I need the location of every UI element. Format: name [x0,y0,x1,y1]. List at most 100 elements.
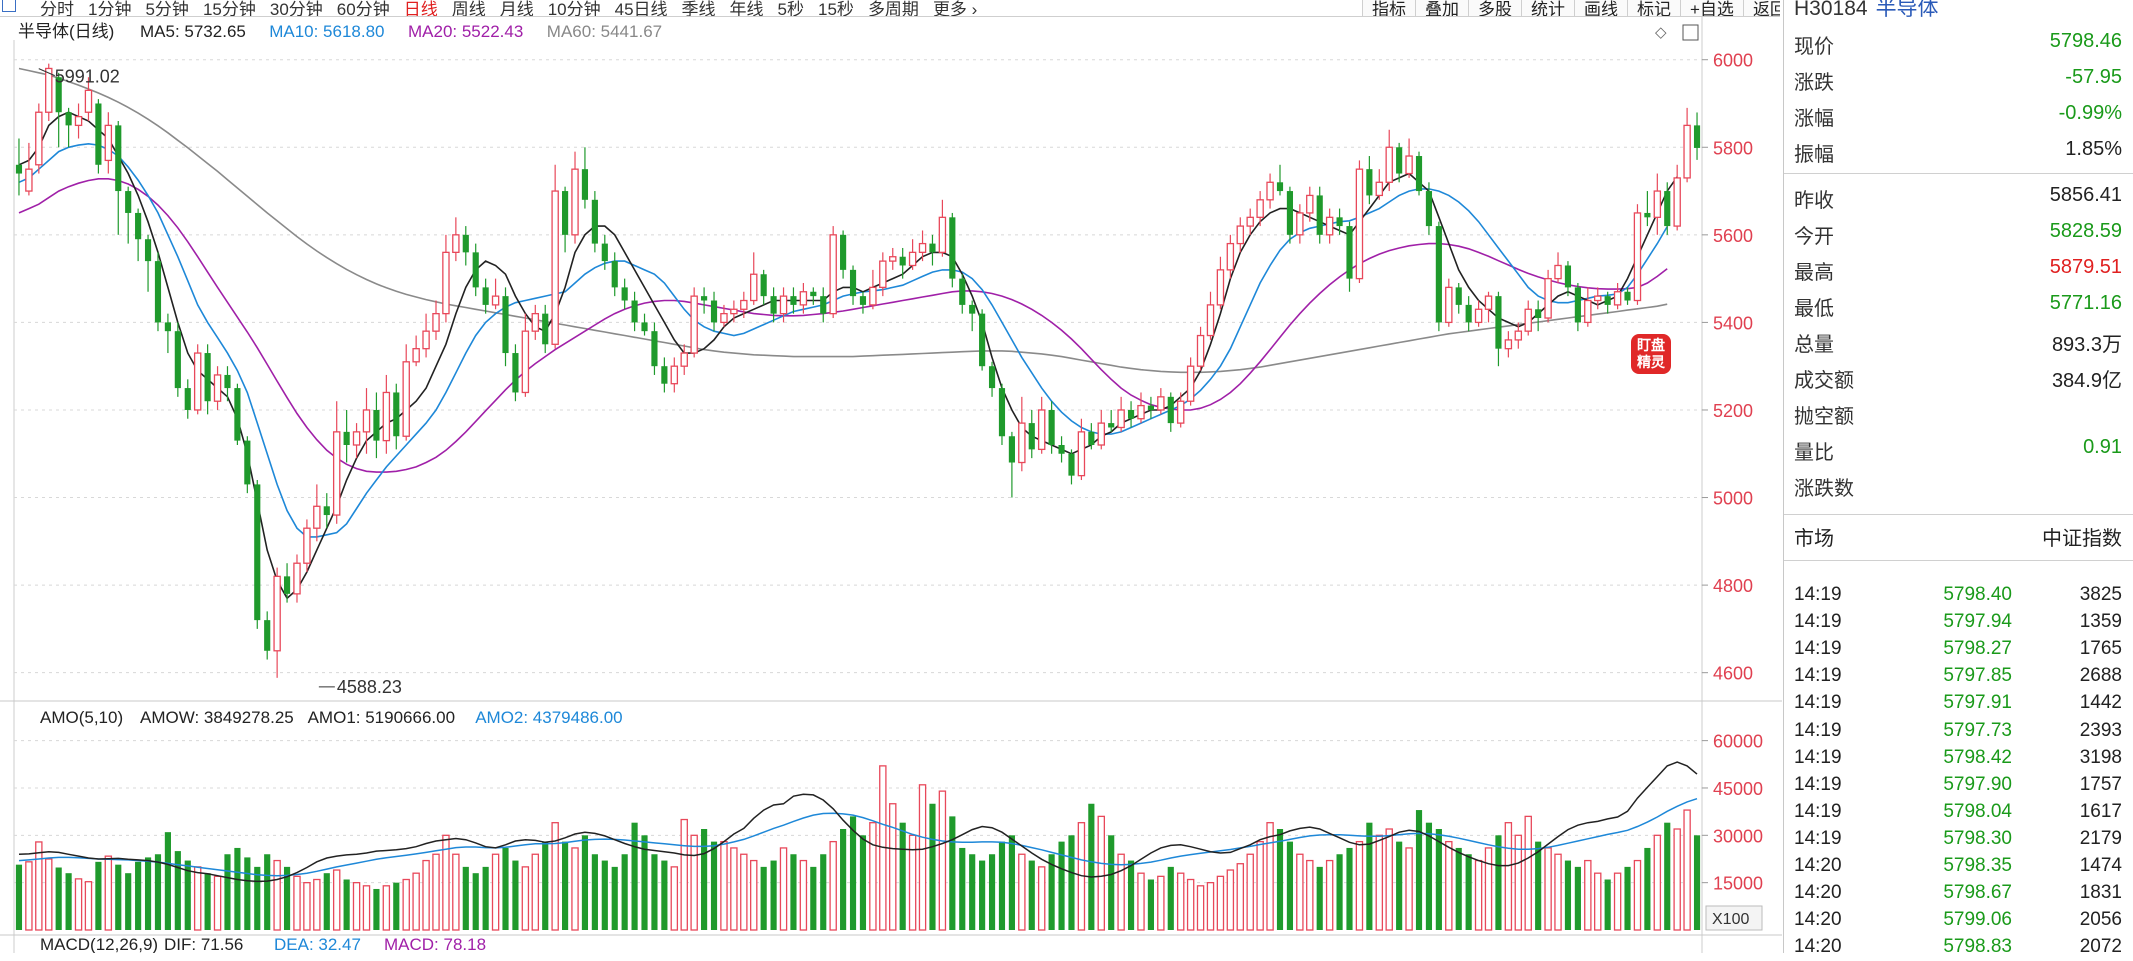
amo-bar-up [889,803,897,931]
candle-body-down [1624,291,1631,301]
stock-header: H30184 半导体 [1794,0,1939,22]
tick-time: 14:19 [1794,746,1842,768]
quote-value: -57.95 [2065,66,2122,88]
tick-volume: 1831 [2079,882,2122,904]
candle-body-up [1306,194,1314,214]
candle-body-up [690,295,698,354]
tick-time: 14:20 [1794,936,1842,958]
amo-bar-down [15,864,23,930]
ma10-line [18,142,1668,538]
amo-bar-down [621,854,628,930]
candle-body-down [1465,304,1472,323]
macd-legend-dif: DIF: 71.56 [164,935,243,953]
amo-bar-down [979,860,986,930]
amo-bar-up [362,885,371,931]
amo-bar-up [1584,859,1592,931]
amo-bar-up [1474,859,1483,931]
amo-bar-down [1336,854,1343,930]
amo-bar-down [1425,822,1433,930]
tick-price: 5798.42 [1943,746,2012,768]
tick-volume: 1442 [2079,692,2122,714]
window-toggle-icon[interactable] [1682,24,1699,41]
candle-body-down [244,440,251,485]
candle-body-down [1127,409,1135,419]
quote-label: 成交额 [1794,370,1854,392]
candle-body-down [154,261,162,323]
tick-price: 5797.73 [1943,719,2012,741]
quote-value: -0.99% [2058,102,2122,124]
amo-bar-down [1415,810,1423,930]
candle-body-down [641,322,648,332]
watch-badge-label-2: 精灵 [1637,354,1666,370]
candle-body-up [1266,181,1274,201]
macd-legend-dea: DEA: 32.47 [274,935,361,953]
quote-row: 涨跌 -57.95 [1784,60,2133,96]
candle-body-up [1157,396,1165,411]
amo-bar-down [929,803,936,930]
quote-label: 今开 [1794,226,1834,248]
amo-bar-down [244,857,251,930]
quote-value: 5828.59 [2049,220,2122,242]
quote-value: 5879.51 [2049,256,2122,278]
candle-body-down [949,217,956,279]
amo-bar-down [899,822,906,930]
amo-bar-up [1554,853,1562,931]
amo-bar-down [1276,829,1284,930]
amo-bar-up [1226,869,1235,931]
amo-bar-down [1435,829,1442,930]
tick-volume: 2056 [2079,909,2122,931]
amo-bar-down [1664,822,1671,930]
candle-body-up [25,168,33,192]
candle-body-up [670,365,679,385]
candle-body-up [1176,400,1185,424]
tick-price: 5798.83 [1943,936,2012,958]
candle-body-up [869,286,877,306]
candle-body-up [1256,199,1264,218]
quote-label: 涨幅 [1794,108,1834,130]
amo-tick-label: 15000 [1713,874,1763,894]
amo-bar-up [1137,872,1145,931]
tick-time: 14:20 [1794,855,1842,876]
amo-bar-down [55,867,62,930]
stock-code: H30184 [1794,0,1868,20]
market-value: 中证指数 [2042,528,2122,550]
candle-body-down [1028,423,1035,450]
amo-bar-up [1037,866,1046,931]
amo-bar-up [1633,859,1642,931]
candle-body-up [45,67,53,113]
stock-name: 半导体 [1875,0,1939,20]
quote-value: 384.9亿 [2051,370,2122,392]
market-divider [1784,514,2133,515]
candle-body-up [452,234,460,254]
tick-volume: 2688 [2079,665,2122,687]
candle-body-down [998,388,1006,437]
tick-volume: 1765 [2079,638,2122,660]
candle-body-up [332,431,341,516]
amo-bar-up [1484,847,1493,931]
amo-bar-down [135,861,142,930]
amo-bar-down [1604,879,1611,930]
amo-bar-up [1385,828,1393,931]
amo-bar-down [502,847,509,930]
candle-body-up [799,291,808,306]
candle-body-down [969,304,976,314]
candle-body-down [1435,226,1442,323]
amo-bar-down [661,860,668,930]
amo-bar-up [1544,847,1552,931]
candle-body-up [1613,291,1622,306]
quote-label: 昨收 [1794,190,1834,212]
amo-bar-up [1097,815,1105,931]
candle-body-down [661,366,668,384]
candle-body-down [790,296,797,305]
candle-body-up [889,256,897,262]
candle-body-down [979,313,986,367]
amo-bar-up [25,861,33,931]
candle-body-up [1554,264,1562,280]
candle-body-down [1604,296,1611,305]
tick-row: 14:20 5799.06 2056 [1784,907,2133,934]
amo-bar-up [1296,853,1304,931]
candle-body-up [1544,277,1552,319]
candle-body-up [1226,242,1235,271]
chart-area[interactable]: 4600 4800 5000 5200 5400 5600 5800 6000 半导体(日线) M… [0,0,1782,953]
amo-bar-up [293,875,301,931]
